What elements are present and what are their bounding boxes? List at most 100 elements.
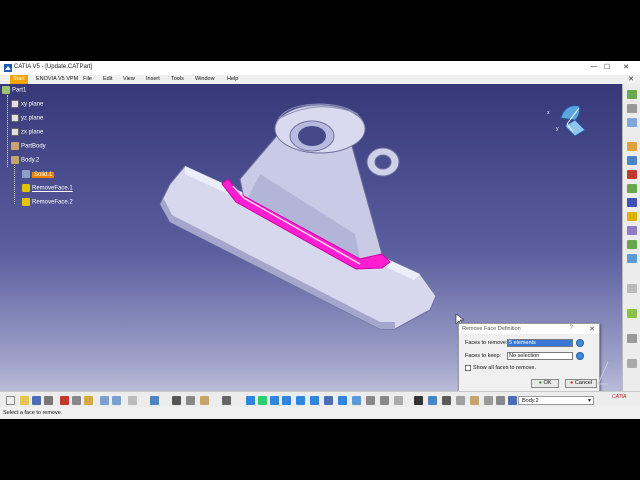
rotate-icon[interactable] [282, 396, 291, 405]
dialog-help-button[interactable]: ? [570, 325, 573, 331]
menu-help[interactable]: Help [227, 76, 238, 82]
pad-icon[interactable] [627, 118, 637, 127]
measure-icon[interactable] [627, 334, 637, 343]
snap-icon[interactable] [470, 396, 479, 405]
axis-triad-icon [597, 361, 609, 385]
menu-tools[interactable]: Tools [171, 76, 184, 82]
measure-tool-icon[interactable] [428, 396, 437, 405]
rib-icon[interactable] [627, 198, 637, 207]
tree-node-solid1[interactable]: Solid.1 [22, 170, 55, 178]
cut-icon[interactable] [60, 396, 69, 405]
catia-brand-logo: CATIA [612, 394, 627, 400]
catia-logo-icon [4, 64, 12, 72]
transform-icon[interactable] [627, 309, 637, 318]
pan-icon[interactable] [270, 396, 279, 405]
tree-node-removeface2[interactable]: RemoveFace.2 [22, 198, 73, 206]
3d-viewport[interactable]: Part1 xy plane yz plane zx plane PartBod… [0, 84, 622, 391]
tree-node-removeface1[interactable]: RemoveFace.1 [22, 184, 73, 192]
faces-to-remove-list-icon[interactable] [576, 339, 584, 347]
compass-tool-icon[interactable] [414, 396, 423, 405]
print-icon[interactable] [44, 396, 53, 405]
shaft-icon[interactable] [627, 156, 637, 165]
screenshot-icon[interactable] [222, 396, 231, 405]
undo-icon[interactable] [100, 396, 109, 405]
compass-icon[interactable]: x y [545, 100, 590, 142]
catalog-icon[interactable] [186, 396, 195, 405]
help-icon[interactable] [128, 396, 137, 405]
sketcher-icon[interactable] [627, 90, 637, 99]
isolate-icon[interactable] [496, 396, 505, 405]
fit-all-icon[interactable] [258, 396, 267, 405]
tree-node-part1[interactable]: Part1 [2, 86, 26, 94]
draft-icon[interactable] [627, 240, 637, 249]
normal-view-icon[interactable] [324, 396, 333, 405]
grid-icon[interactable] [456, 396, 465, 405]
groove-icon[interactable] [627, 170, 637, 179]
cancel-button[interactable]: ● Cancel [565, 379, 597, 388]
show-all-faces-checkbox[interactable] [465, 365, 471, 371]
menu-insert[interactable]: Insert [146, 76, 160, 82]
hole-icon[interactable] [627, 184, 637, 193]
close-document-button[interactable]: ✕ [628, 75, 634, 83]
body-icon [11, 156, 19, 164]
new-icon[interactable] [6, 396, 15, 405]
boolean-icon[interactable] [627, 284, 637, 293]
remove-face-icon [22, 184, 30, 192]
right-toolbar [622, 84, 640, 391]
open-icon[interactable] [20, 396, 29, 405]
tree-node-partbody[interactable]: PartBody [11, 142, 46, 150]
tool-icon[interactable] [627, 104, 637, 113]
zoom-in-icon[interactable] [296, 396, 305, 405]
hide-show-icon[interactable] [366, 396, 375, 405]
minimize-button[interactable]: — [588, 63, 600, 70]
menu-start[interactable]: Start [10, 75, 28, 84]
body-tool-icon[interactable] [200, 396, 209, 405]
layer-icon[interactable] [394, 396, 403, 405]
tree-node-zx-plane[interactable]: zx plane [11, 128, 43, 136]
copy-icon[interactable] [72, 396, 81, 405]
paste-icon[interactable] [84, 396, 93, 405]
zoom-out-icon[interactable] [310, 396, 319, 405]
swap-visible-icon[interactable] [380, 396, 389, 405]
solid-icon [22, 170, 30, 178]
menu-enovia[interactable]: ENOVIA V5 VPM [36, 76, 78, 82]
chamfer-icon[interactable] [627, 226, 637, 235]
faces-to-keep-field[interactable]: No selection [507, 352, 573, 360]
menu-file[interactable]: File [83, 76, 92, 82]
save-icon[interactable] [32, 396, 41, 405]
plane-icon [11, 100, 19, 108]
menu-view[interactable]: View [123, 76, 135, 82]
menu-window[interactable]: Window [195, 76, 215, 82]
plane-icon [11, 128, 19, 136]
tree-node-body2[interactable]: Body.2 [11, 156, 39, 164]
maximize-button[interactable]: ☐ [601, 63, 613, 71]
tree-node-yz-plane[interactable]: yz plane [11, 114, 43, 122]
faces-to-remove-label: Faces to remove: [465, 340, 508, 346]
axis-icon[interactable] [442, 396, 451, 405]
analysis-icon[interactable] [627, 359, 637, 368]
faces-to-remove-field[interactable]: 5 elements [507, 339, 573, 347]
faces-to-keep-list-icon[interactable] [576, 352, 584, 360]
shell-icon[interactable] [627, 254, 637, 263]
work-object-select[interactable]: Body.2 ▼ [518, 396, 594, 405]
close-button[interactable]: ✕ [620, 63, 632, 71]
constraint-icon[interactable] [484, 396, 493, 405]
define-work-object-icon[interactable] [508, 396, 517, 405]
fillet-icon[interactable] [627, 212, 637, 221]
update-icon[interactable] [150, 396, 159, 405]
menu-edit[interactable]: Edit [103, 76, 112, 82]
pocket-icon[interactable] [627, 142, 637, 151]
show-all-faces-label: Show all faces to remove. [473, 365, 536, 371]
remove-face-dialog: Remove Face Definition ? ✕ Faces to remo… [458, 323, 600, 391]
ok-button[interactable]: ● OK [531, 379, 559, 388]
table-icon[interactable] [172, 396, 181, 405]
redo-icon[interactable] [112, 396, 121, 405]
window-title: CATIA V5 - [Update.CATPart] [14, 64, 93, 70]
fly-mode-icon[interactable] [246, 396, 255, 405]
remove-face-icon [22, 198, 30, 206]
shading-icon[interactable] [352, 396, 361, 405]
dialog-close-button[interactable]: ✕ [589, 325, 595, 333]
views-icon[interactable] [338, 396, 347, 405]
body-icon [11, 142, 19, 150]
tree-node-xy-plane[interactable]: xy plane [11, 100, 43, 108]
